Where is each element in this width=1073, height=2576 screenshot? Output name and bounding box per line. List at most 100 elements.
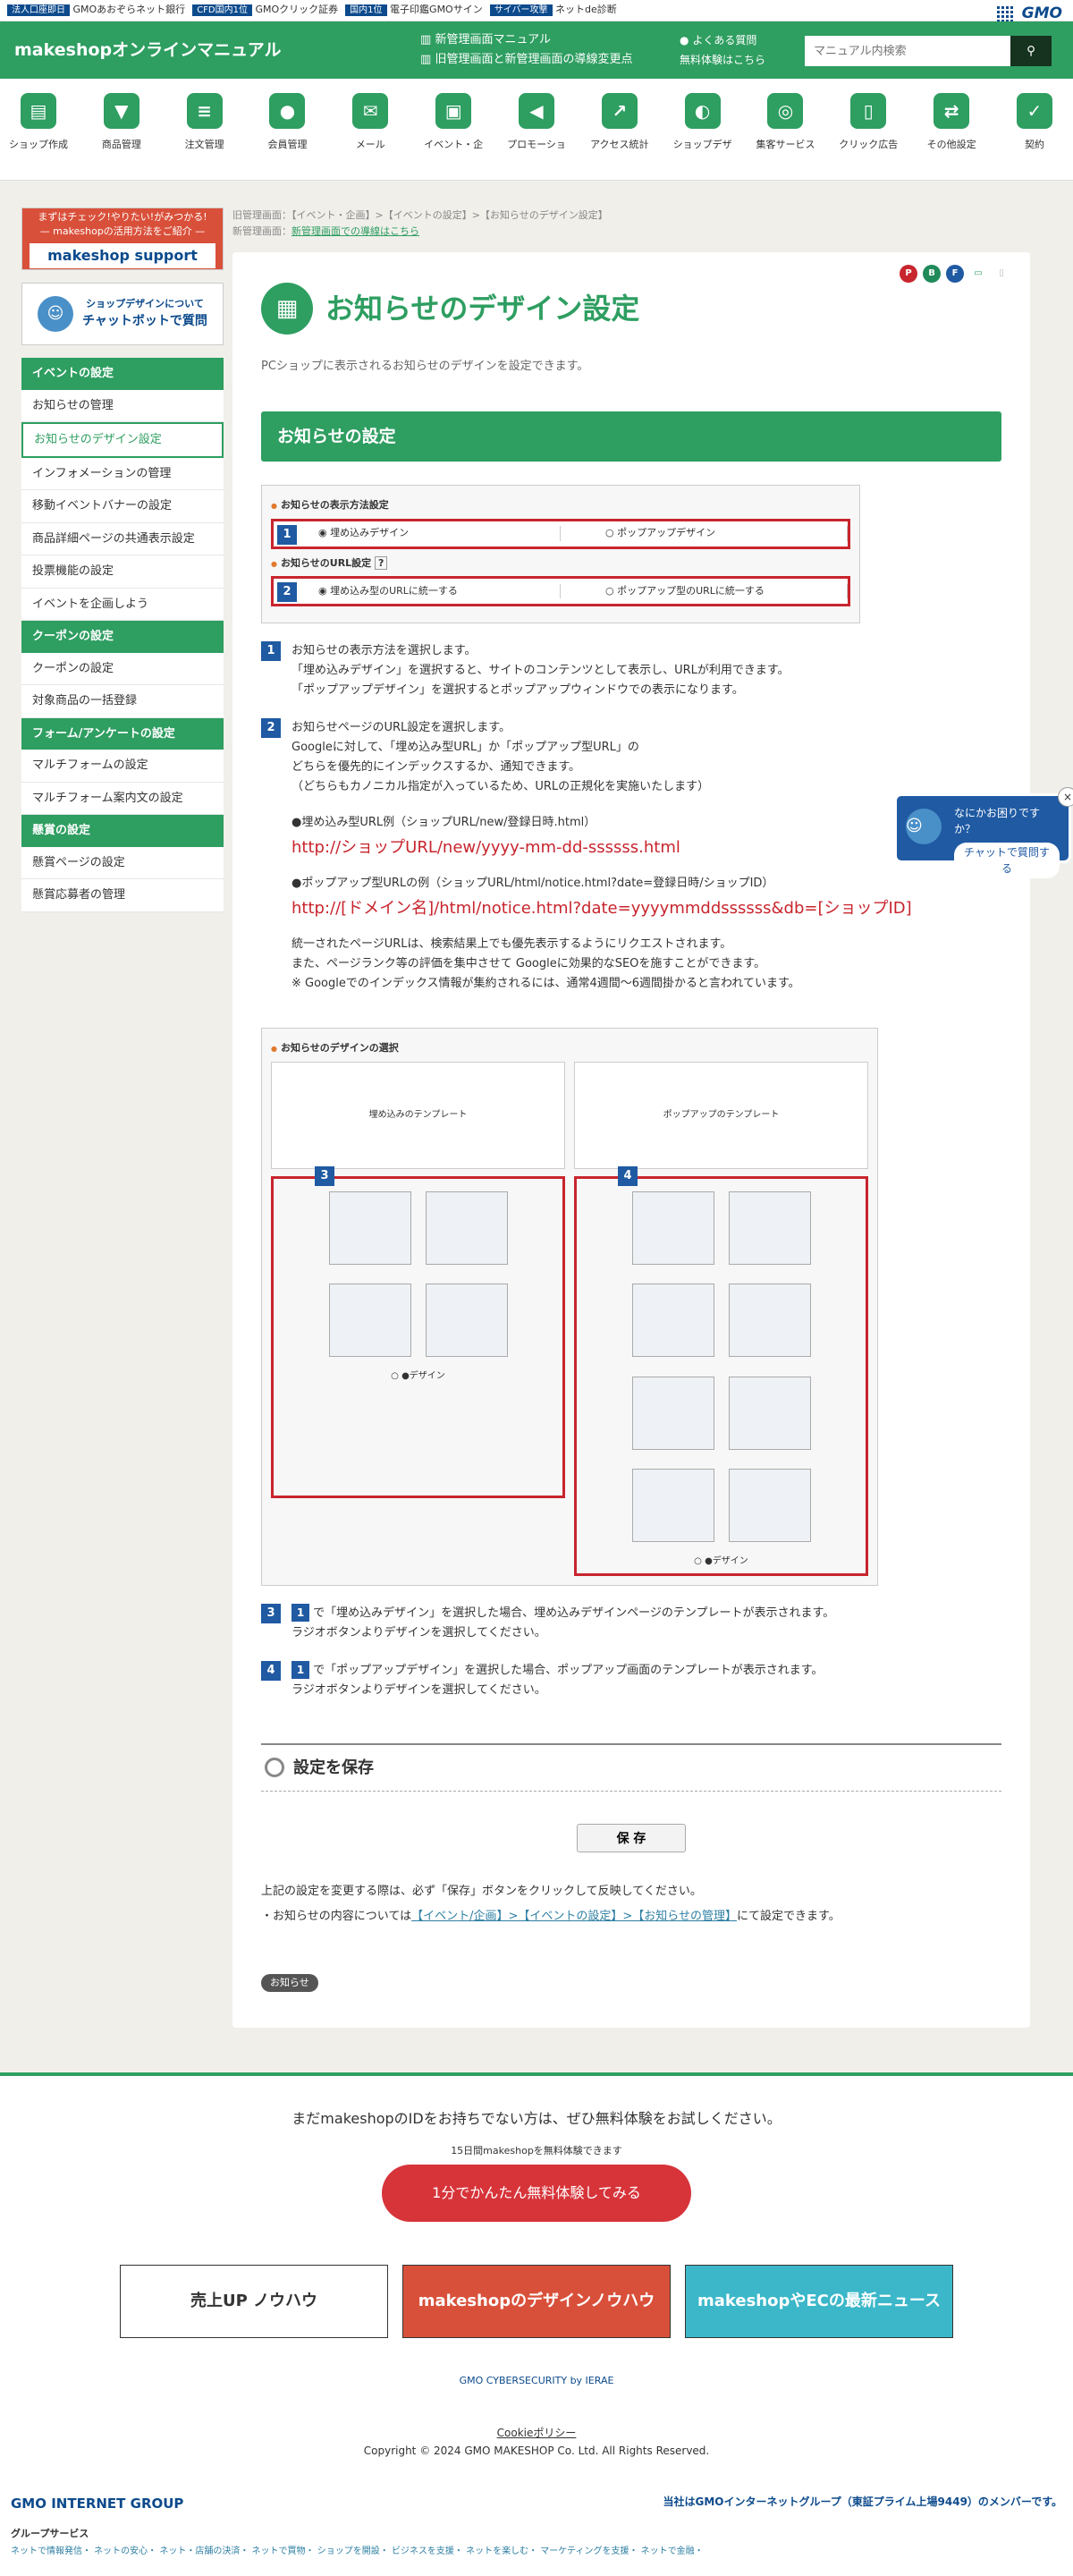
sidebar-item[interactable]: 投票機能の設定	[21, 555, 224, 589]
embed-preview: 埋め込みのテンプレート	[271, 1062, 565, 1169]
nav-item[interactable]: ◀プロモーショ	[507, 88, 566, 180]
sidebar-group-heading[interactable]: イベントの設定	[21, 358, 224, 390]
design-knowhow-banner[interactable]: makeshopのデザインノウハウ	[402, 2265, 671, 2338]
clipboard-icon: ≡	[187, 93, 223, 129]
search-input[interactable]	[805, 36, 1010, 66]
sidebar-item[interactable]: 懸賞応募者の管理	[21, 879, 224, 912]
sidebar-item[interactable]: インフォメーションの管理	[21, 458, 224, 491]
knowhow-banner[interactable]: 売上UP ノウハウ	[120, 2265, 388, 2338]
nav-item[interactable]: ▤ショップ作成	[9, 88, 68, 180]
free-trial-link[interactable]: 無料体験はこちら	[680, 54, 765, 66]
save-button[interactable]: 保 存	[577, 1824, 686, 1852]
design-radio-label[interactable]: ○ ●デザイン	[582, 1555, 860, 1568]
popup-url-radio[interactable]: ○ ポップアップ型のURLに統一する	[561, 584, 848, 599]
sidebar-item[interactable]: マルチフォームの設定	[21, 750, 224, 783]
sidebar-item[interactable]: お知らせの管理	[21, 390, 224, 423]
sidebar-item[interactable]: 対象商品の一括登録	[21, 685, 224, 718]
support-banner[interactable]: まずはチェック!やりたい!がみつかる! — makeshopの活用方法をご紹介 …	[21, 208, 224, 270]
nav-item[interactable]: ▼商品管理	[92, 88, 151, 180]
nav-item[interactable]: ◐ショップデザ	[673, 88, 732, 180]
example-label: ●ポップアップ型URLの例（ショップURL/html/notice.html?d…	[291, 874, 912, 894]
popup-template-box: 4 ○ ●デザイン	[574, 1176, 868, 1576]
topbar-link-securities[interactable]: CFD国内1位 GMOクリック証券	[192, 3, 338, 18]
topbar-link-bank[interactable]: 法人口座即日 GMOあおぞらネット銀行	[7, 3, 185, 18]
sidebar-group-heading[interactable]: クーポンの設定	[21, 621, 224, 653]
top-bar: 法人口座即日 GMOあおぞらネット銀行 CFD国内1位 GMOクリック証券 国内…	[0, 0, 1073, 21]
sidebar-item[interactable]: 懸賞ページの設定	[21, 847, 224, 880]
embed-url-radio[interactable]: ◉ 埋め込み型のURLに統一する	[274, 584, 561, 599]
search-icon: ⚲	[1027, 44, 1035, 57]
topbar-link-sign[interactable]: 国内1位 電子印鑑GMOサイン	[345, 3, 483, 18]
page-title-block: ▦ お知らせのデザイン設定	[261, 283, 1001, 335]
design-radio-label[interactable]: ○ ●デザイン	[279, 1369, 557, 1383]
template-thumb[interactable]	[729, 1377, 811, 1450]
section-heading: お知らせの設定	[261, 411, 1001, 462]
site-brand[interactable]: makeshopオンラインマニュアル	[14, 38, 282, 64]
step-text: で「埋め込みデザイン」を選択した場合、埋め込みデザインページのテンプレートが表示…	[313, 1606, 834, 1620]
callout-2: 2	[277, 582, 297, 602]
news-banner[interactable]: makeshopやECの最新ニュース	[685, 2265, 953, 2338]
sidebar-item[interactable]: 商品詳細ページの共通表示設定	[21, 523, 224, 556]
sidebar-item[interactable]: マルチフォーム案内文の設定	[21, 783, 224, 816]
url-setting-label: お知らせのURL設定	[281, 557, 371, 569]
new-admin-manual-link[interactable]: 新管理画面マニュアル	[435, 33, 551, 47]
callout-1: 1	[277, 525, 297, 545]
embed-design-radio[interactable]: ◉ 埋め込みデザイン	[274, 526, 561, 541]
cookie-policy-link[interactable]: Cookieポリシー	[497, 2427, 577, 2439]
nav-item[interactable]: ▯クリック広告	[839, 88, 898, 180]
tag-notice[interactable]: お知らせ	[261, 1974, 318, 1993]
nav-item[interactable]: ◎集客サービス	[756, 88, 815, 180]
nav-item[interactable]: ▣イベント・企	[424, 88, 483, 180]
sidebar-group-heading[interactable]: フォーム/アンケートの設定	[21, 718, 224, 750]
template-thumb[interactable]	[632, 1469, 714, 1542]
help-icon[interactable]: ?	[375, 556, 387, 570]
close-icon[interactable]: ×	[1058, 787, 1073, 807]
topbar-link-diagnosis[interactable]: サイバー攻撃 ネットde診断	[490, 3, 617, 18]
trial-button[interactable]: 1分でかんたん無料体験してみる	[382, 2165, 691, 2222]
step-note: 統一されたページURLは、検索結果上でも優先表示するようにリクエストされます。	[291, 935, 912, 954]
link-suffix: にて設定できます。	[737, 1910, 841, 1923]
popup-design-radio[interactable]: ○ ポップアップデザイン	[561, 526, 848, 541]
template-thumb[interactable]	[729, 1191, 811, 1265]
nav-item[interactable]: ⇄その他設定	[922, 88, 981, 180]
group-services-links[interactable]: ネットで情報発信・ ネットの安心・ ネット・店舗の決済・ ネットで買物・ ショッ…	[11, 2545, 1062, 2558]
grid-icon[interactable]	[997, 6, 1013, 22]
banner-subline: — makeshopの活用方法をご紹介 —	[22, 225, 223, 240]
nav-item[interactable]: ●会員管理	[258, 88, 317, 180]
template-thumb[interactable]	[329, 1284, 411, 1357]
sidebar-item[interactable]: 移動イベントバナーの設定	[21, 490, 224, 523]
faq-link[interactable]: よくある質問	[692, 34, 756, 47]
template-thumb[interactable]	[729, 1284, 811, 1357]
template-thumb[interactable]	[729, 1469, 811, 1542]
template-thumb[interactable]	[632, 1191, 714, 1265]
template-thumb[interactable]	[632, 1284, 714, 1357]
sidebar-group-heading[interactable]: 懸賞の設定	[21, 815, 224, 847]
template-thumb[interactable]	[426, 1284, 508, 1357]
main-content: 旧管理画面：【イベント・企画】>【イベントの設定】>【お知らせのデザイン設定】 …	[232, 208, 1030, 2028]
chat-button[interactable]: チャットで質問する	[954, 843, 1060, 878]
chatbot-banner[interactable]: ☺ ショップデザインについてチャットボットで質問	[21, 283, 224, 345]
gmo-group-logo[interactable]: GMO INTERNET GROUP	[11, 2494, 183, 2514]
nav-item[interactable]: ≡注文管理	[175, 88, 234, 180]
nav-item[interactable]: ✓契約	[1005, 88, 1064, 180]
chat-widget[interactable]: × ☺ なにかお困りですか？ チャットで質問する	[894, 793, 1071, 863]
calendar-icon: ▦	[261, 283, 313, 335]
footer-sub: 15日間makeshopを無料体験できます	[0, 2144, 1073, 2159]
security-logo[interactable]: GMO CYBERSECURITY by IERAE	[0, 2374, 1073, 2389]
sidebar-item[interactable]: イベントを企画しよう	[21, 589, 224, 622]
breadcrumb-new-link[interactable]: 新管理画面での導線はこちら	[291, 225, 419, 237]
template-thumb[interactable]	[329, 1191, 411, 1265]
template-thumb[interactable]	[426, 1191, 508, 1265]
admin-change-link[interactable]: 旧管理画面と新管理画面の導線変更点	[435, 53, 632, 66]
embed-templates: 埋め込みのテンプレート 3 ○ ●デザイン	[271, 1062, 565, 1576]
nav-label: アクセス統計	[590, 138, 649, 153]
step-text: ラジオボタンよりデザインを選択してください。	[291, 1623, 834, 1643]
notice-manage-link[interactable]: 【イベント/企画】>【イベントの設定】>【お知らせの管理】	[411, 1910, 737, 1923]
search-button[interactable]: ⚲	[1010, 36, 1052, 66]
nav-item[interactable]: ✉メール	[341, 88, 400, 180]
book-icon: ▥	[420, 33, 431, 47]
nav-item[interactable]: ↗アクセス統計	[590, 88, 649, 180]
template-thumb[interactable]	[632, 1377, 714, 1450]
sidebar-item[interactable]: お知らせのデザイン設定	[21, 422, 224, 458]
sidebar-item[interactable]: クーポンの設定	[21, 653, 224, 686]
